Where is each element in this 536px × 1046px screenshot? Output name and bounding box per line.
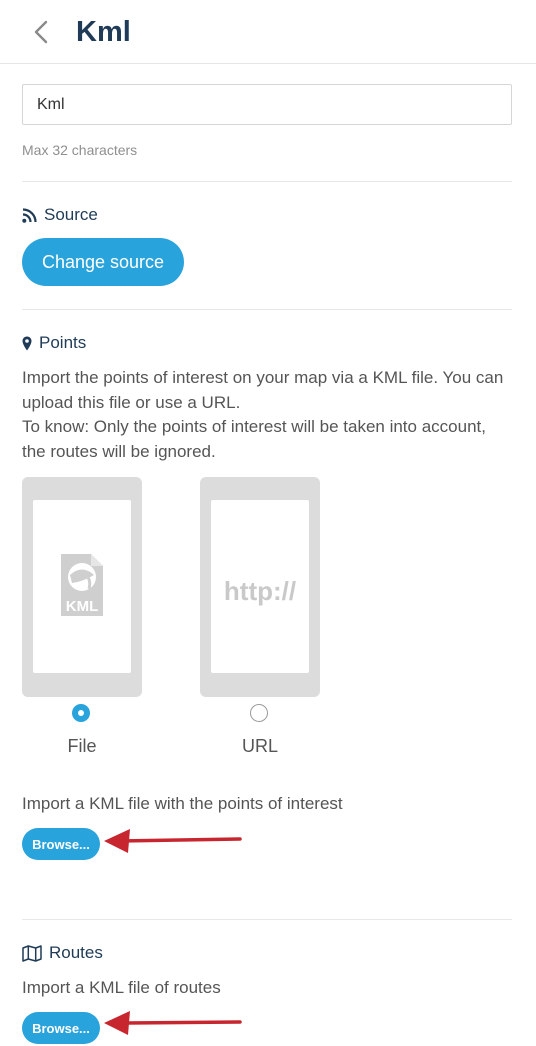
change-source-button[interactable]: Change source — [22, 238, 184, 286]
red-arrow-icon — [104, 829, 242, 853]
red-arrow-icon — [104, 1011, 242, 1035]
divider — [22, 181, 512, 182]
routes-import-text: Import a KML file of routes — [22, 978, 221, 997]
header: Kml — [0, 0, 536, 64]
points-import-text: Import a KML file with the points of int… — [22, 794, 343, 813]
name-hint: Max 32 characters — [22, 142, 138, 158]
divider — [22, 309, 512, 310]
points-title: Points — [22, 333, 86, 353]
map-marker-icon — [22, 336, 32, 350]
routes-browse-button[interactable]: Browse... — [22, 1012, 100, 1044]
points-description: Import the points of interest on your ma… — [22, 368, 504, 412]
file-radio[interactable] — [72, 704, 90, 722]
file-option-screen: KML — [33, 500, 131, 673]
page-title: Kml — [76, 16, 131, 48]
points-note: To know: Only the points of interest wil… — [22, 417, 486, 461]
url-radio[interactable] — [250, 704, 268, 722]
source-title: Source — [22, 205, 98, 225]
kml-file-icon: KML — [61, 554, 103, 616]
url-option-screen: http:// — [211, 500, 309, 673]
file-radio-label: File — [67, 736, 97, 756]
routes-title: Routes — [22, 943, 103, 963]
kml-label: KML — [66, 598, 99, 615]
points-browse-button[interactable]: Browse... — [22, 828, 100, 860]
file-option-card[interactable]: KML — [22, 477, 142, 697]
rss-icon — [22, 207, 37, 223]
name-input[interactable] — [22, 84, 512, 125]
chevron-left-icon[interactable] — [30, 18, 54, 46]
map-icon — [22, 944, 42, 962]
http-label: http:// — [223, 576, 297, 606]
divider — [22, 919, 512, 920]
source-title-label: Source — [44, 205, 98, 224]
points-title-label: Points — [39, 333, 87, 352]
routes-title-label: Routes — [49, 943, 103, 962]
url-radio-label: URL — [241, 736, 278, 756]
url-option-card[interactable]: http:// — [200, 477, 320, 697]
